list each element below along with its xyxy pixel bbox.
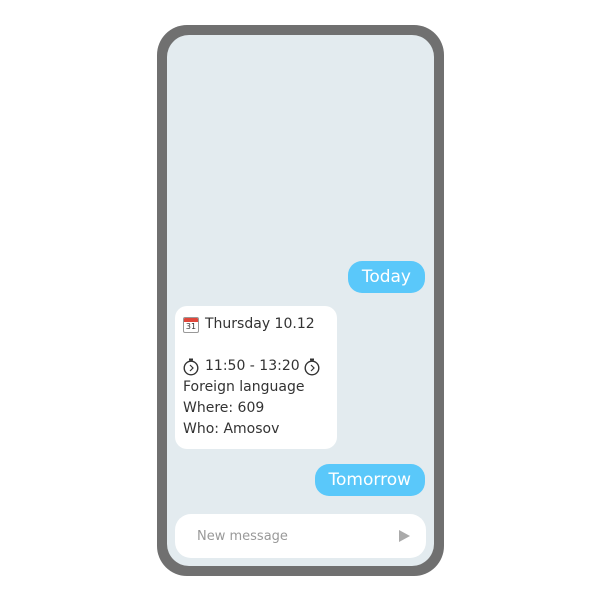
schedule-date: Thursday 10.12 xyxy=(205,316,315,332)
outgoing-message-today: Today xyxy=(347,261,425,293)
outgoing-message-tomorrow: Tomorrow xyxy=(314,464,425,496)
send-icon xyxy=(399,530,410,542)
chat-screen: Today 31 Thursday 10.12 11:50 - 13:20 Fo… xyxy=(167,35,434,566)
calendar-icon: 31 xyxy=(183,316,199,333)
schedule-date-line: 31 Thursday 10.12 xyxy=(183,314,329,335)
stopwatch-icon xyxy=(183,358,199,376)
schedule-time: 11:50 - 13:20 xyxy=(205,358,300,374)
schedule-where: Where: 609 xyxy=(183,400,265,416)
send-button[interactable] xyxy=(396,528,412,544)
new-message-input[interactable] xyxy=(197,528,396,544)
schedule-who: Who: Amosov xyxy=(183,421,280,437)
schedule-subject: Foreign language xyxy=(183,379,305,395)
schedule-time-line: 11:50 - 13:20 xyxy=(183,356,329,377)
incoming-schedule-message: 31 Thursday 10.12 11:50 - 13:20 Foreign xyxy=(175,306,337,449)
phone-frame: Today 31 Thursday 10.12 11:50 - 13:20 Fo… xyxy=(157,25,444,576)
message-composer xyxy=(175,514,426,558)
stopwatch-icon xyxy=(304,358,320,376)
